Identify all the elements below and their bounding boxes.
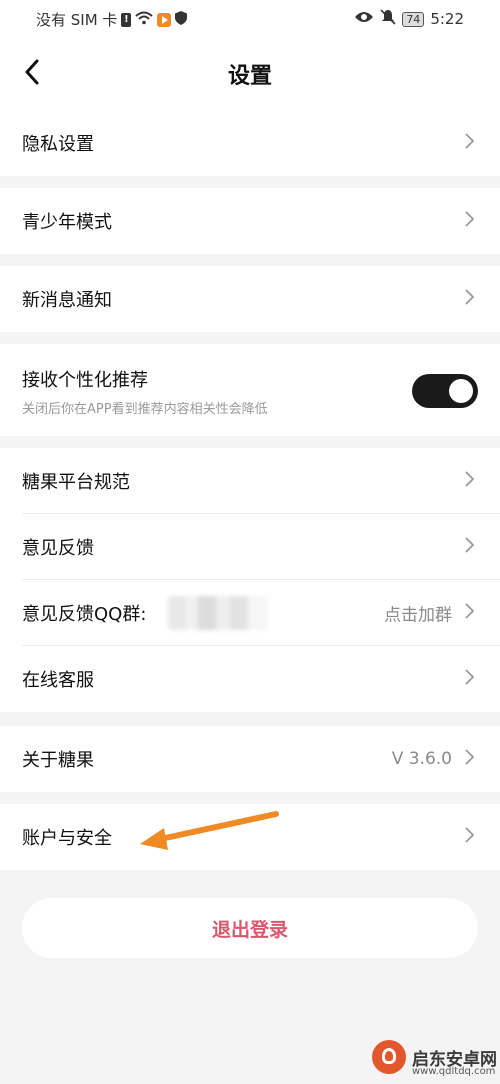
info-group: 糖果平台规范 意见反馈 意见反馈QQ群: 点击加群 在线客服 <box>0 448 500 712</box>
version-text: V 3.6.0 <box>391 749 452 769</box>
youth-mode-row[interactable]: 青少年模式 <box>0 188 500 254</box>
status-right: 74 5:22 <box>354 9 464 29</box>
row-label: 隐私设置 <box>22 134 94 155</box>
chevron-right-icon <box>465 537 475 557</box>
join-group-text: 点击加群 <box>384 605 452 626</box>
about-row[interactable]: 关于糖果 V 3.6.0 <box>0 726 500 792</box>
personalize-label: 接收个性化推荐 <box>22 370 148 391</box>
personalize-toggle[interactable] <box>412 374 478 408</box>
redacted-qq-number <box>168 596 268 630</box>
status-left: 没有 SIM 卡 ! <box>36 9 188 30</box>
wifi-icon <box>135 11 154 29</box>
about-group: 关于糖果 V 3.6.0 <box>0 726 500 792</box>
mute-bell-icon <box>380 9 396 29</box>
qq-group-row[interactable]: 意见反馈QQ群: 点击加群 <box>0 580 500 646</box>
watermark-url: www.qdltdq.com <box>412 1066 496 1077</box>
shield-icon <box>175 10 188 29</box>
chevron-right-icon <box>465 289 475 309</box>
battery-indicator: 74 <box>402 11 425 27</box>
chevron-right-icon <box>465 211 475 231</box>
chevron-right-icon <box>465 603 475 623</box>
row-label: 青少年模式 <box>22 212 112 233</box>
personalize-description: 关闭后你在APP看到推荐内容相关性会降低 <box>22 402 268 417</box>
row-label: 关于糖果 <box>22 750 94 771</box>
row-label: 在线客服 <box>22 670 94 691</box>
carrier-text: 没有 SIM 卡 <box>36 11 118 29</box>
chevron-right-icon <box>465 749 475 769</box>
page-title: 设置 <box>227 64 272 89</box>
notify-group: 新消息通知 <box>0 266 500 332</box>
chevron-right-icon <box>465 827 475 847</box>
row-label: 意见反馈QQ群: <box>22 604 147 625</box>
video-app-icon <box>157 12 172 27</box>
row-label: 新消息通知 <box>22 290 112 311</box>
logout-button[interactable]: 退出登录 <box>22 898 478 958</box>
row-label: 账户与安全 <box>22 828 112 849</box>
row-label: 糖果平台规范 <box>22 472 130 493</box>
chevron-right-icon <box>465 471 475 491</box>
eye-icon <box>354 10 374 28</box>
sim-warning-icon: ! <box>121 12 132 27</box>
youth-group: 青少年模式 <box>0 188 500 254</box>
privacy-group: 隐私设置 <box>0 110 500 176</box>
header-bar: 设置 <box>0 38 500 110</box>
chevron-right-icon <box>465 133 475 153</box>
status-bar: 没有 SIM 卡 ! 74 5:22 <box>0 0 500 38</box>
chevron-right-icon <box>465 669 475 689</box>
privacy-settings-row[interactable]: 隐私设置 <box>0 110 500 176</box>
row-label: 意见反馈 <box>22 538 94 559</box>
feedback-row[interactable]: 意见反馈 <box>0 514 500 580</box>
annotation-arrow-icon <box>140 811 279 850</box>
toggle-knob <box>449 379 473 403</box>
message-notification-row[interactable]: 新消息通知 <box>0 266 500 332</box>
personalize-group: 接收个性化推荐 关闭后你在APP看到推荐内容相关性会降低 <box>0 344 500 436</box>
platform-rules-row[interactable]: 糖果平台规范 <box>0 448 500 514</box>
clock: 5:22 <box>430 10 464 28</box>
logout-label: 退出登录 <box>211 918 288 941</box>
watermark-logo-icon <box>372 1040 406 1074</box>
online-service-row[interactable]: 在线客服 <box>0 646 500 712</box>
